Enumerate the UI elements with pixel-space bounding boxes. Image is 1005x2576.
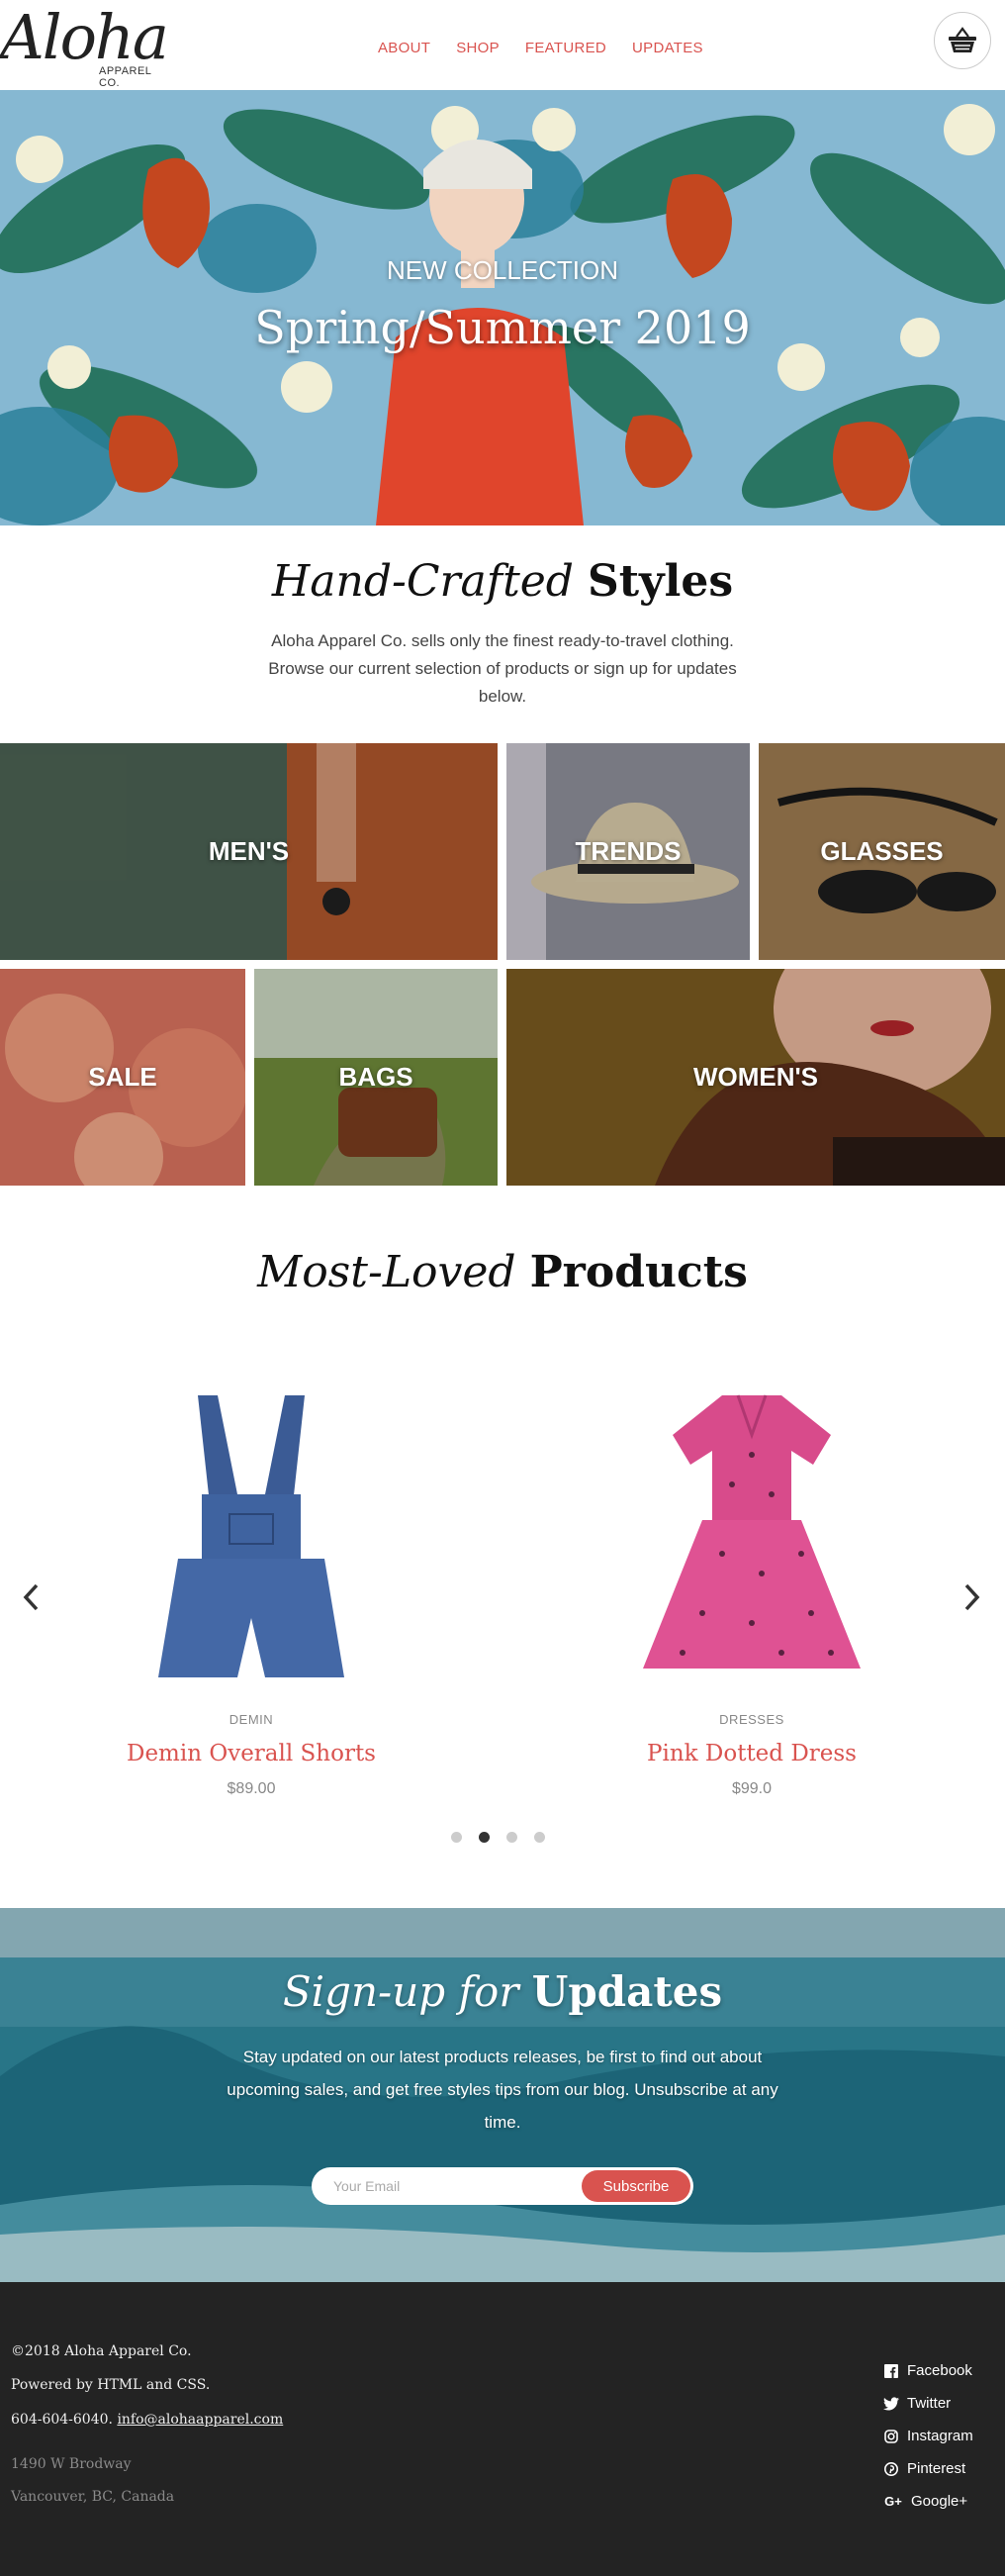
products-title-italic: Most-Loved bbox=[257, 1247, 516, 1297]
category-label: BAGS bbox=[338, 1062, 413, 1092]
product-price: $89.00 bbox=[227, 1780, 276, 1797]
nav-about[interactable]: ABOUT bbox=[378, 40, 430, 56]
carousel-dot[interactable] bbox=[479, 1832, 490, 1843]
signup-form: Subscribe bbox=[312, 2167, 693, 2205]
cart-button[interactable] bbox=[934, 12, 991, 69]
logo-subtitle: APPAREL CO. bbox=[99, 65, 152, 89]
nav-shop[interactable]: SHOP bbox=[456, 40, 500, 56]
instagram-icon bbox=[883, 2429, 899, 2444]
signup-title-bold: Updates bbox=[531, 1967, 723, 2016]
google-plus-icon: G+ bbox=[884, 2494, 902, 2509]
footer-phone: 604-604-6040. bbox=[11, 2412, 113, 2428]
logo[interactable]: Aloha APPAREL CO. bbox=[0, 1, 169, 90]
product-image[interactable] bbox=[103, 1376, 400, 1692]
products-title: Most-Loved Products bbox=[0, 1247, 1005, 1297]
nav-updates[interactable]: UPDATES bbox=[632, 40, 703, 56]
carousel-dot[interactable] bbox=[451, 1832, 462, 1843]
intro-title: Hand-Crafted Styles bbox=[0, 556, 1005, 607]
category-trends[interactable]: TRENDS bbox=[506, 743, 750, 960]
footer-address-line-2: Vancouver, BC, Canada bbox=[11, 2489, 175, 2505]
footer-email-link[interactable]: info@alohaapparel.com bbox=[117, 2412, 283, 2428]
social-links: Facebook Twitter Instagram Pinterest G+ … bbox=[883, 2354, 973, 2518]
category-glasses[interactable]: GLASSES bbox=[759, 743, 1005, 960]
social-pinterest-link[interactable]: Pinterest bbox=[883, 2452, 973, 2485]
carousel-next-button[interactable] bbox=[958, 1579, 987, 1615]
carousel-prev-button[interactable] bbox=[16, 1579, 46, 1615]
basket-icon bbox=[949, 27, 976, 52]
main-nav: ABOUT SHOP FEATURED UPDATES bbox=[378, 40, 703, 56]
overalls-image bbox=[158, 1395, 344, 1677]
carousel-pagination bbox=[451, 1832, 545, 1843]
chevron-right-icon bbox=[964, 1583, 980, 1611]
product-category: DRESSES bbox=[719, 1712, 784, 1727]
social-label: Facebook bbox=[907, 2362, 972, 2379]
social-label: Google+ bbox=[911, 2493, 968, 2510]
category-label: WOMEN'S bbox=[692, 1062, 819, 1092]
category-bags[interactable]: BAGS bbox=[254, 969, 498, 1186]
email-input[interactable] bbox=[312, 2167, 579, 2205]
social-facebook-link[interactable]: Facebook bbox=[883, 2354, 973, 2387]
social-twitter-link[interactable]: Twitter bbox=[883, 2387, 973, 2420]
hero-banner: NEW COLLECTION Spring/Summer 2019 bbox=[0, 90, 1005, 525]
signup-text: Stay updated on our latest products rele… bbox=[227, 2048, 778, 2132]
product-image[interactable] bbox=[603, 1376, 900, 1692]
products-title-bold: Products bbox=[529, 1247, 748, 1297]
site-footer: ©2018 Aloha Apparel Co. Powered by HTML … bbox=[0, 2282, 1005, 2576]
category-label: SALE bbox=[88, 1062, 157, 1092]
intro-title-bold: Styles bbox=[587, 556, 734, 607]
category-mens[interactable]: MEN'S bbox=[0, 743, 498, 960]
product-price: $99.0 bbox=[731, 1780, 773, 1797]
category-womens[interactable]: WOMEN'S bbox=[506, 969, 1005, 1186]
social-googleplus-link[interactable]: G+ Google+ bbox=[883, 2485, 973, 2518]
category-label: GLASSES bbox=[820, 836, 944, 866]
product-category: DEMIN bbox=[228, 1712, 274, 1727]
carousel-dot[interactable] bbox=[534, 1832, 545, 1843]
carousel-dot[interactable] bbox=[506, 1832, 517, 1843]
nav-featured[interactable]: FEATURED bbox=[525, 40, 606, 56]
signup-section: Sign-up for Updates Stay updated on our … bbox=[0, 1908, 1005, 2282]
logo-wordmark: Aloha bbox=[0, 1, 169, 73]
product-name[interactable]: Pink Dotted Dress bbox=[603, 1741, 900, 1766]
intro-text: Aloha Apparel Co. sells only the finest … bbox=[268, 631, 737, 706]
social-label: Instagram bbox=[907, 2428, 973, 2444]
social-label: Twitter bbox=[907, 2395, 952, 2412]
product-card[interactable]: DEMIN Demin Overall Shorts $89.00 bbox=[103, 1376, 400, 1798]
subscribe-button[interactable]: Subscribe bbox=[582, 2170, 690, 2202]
social-label: Pinterest bbox=[907, 2460, 966, 2477]
facebook-icon bbox=[883, 2363, 899, 2379]
intro-title-italic: Hand-Crafted bbox=[271, 556, 574, 607]
footer-address-line-1: 1490 W Brodway bbox=[11, 2456, 132, 2472]
social-instagram-link[interactable]: Instagram bbox=[883, 2420, 973, 2452]
hero-title: Spring/Summer 2019 bbox=[254, 301, 751, 354]
category-label: MEN'S bbox=[208, 836, 290, 866]
footer-contact: 604-604-6040. info@alohaapparel.com bbox=[11, 2412, 283, 2428]
site-header: Aloha APPAREL CO. ABOUT SHOP FEATURED UP… bbox=[0, 0, 1005, 90]
pinterest-icon bbox=[883, 2461, 899, 2477]
chevron-left-icon bbox=[23, 1583, 39, 1611]
product-name[interactable]: Demin Overall Shorts bbox=[103, 1741, 400, 1766]
footer-copyright: ©2018 Aloha Apparel Co. bbox=[11, 2343, 192, 2359]
twitter-icon bbox=[883, 2396, 899, 2412]
product-card[interactable]: DRESSES Pink Dotted Dress $99.0 bbox=[603, 1376, 900, 1798]
signup-title-italic: Sign-up for bbox=[282, 1967, 519, 2016]
category-label: TRENDS bbox=[575, 836, 682, 866]
footer-powered: Powered by HTML and CSS. bbox=[11, 2377, 211, 2393]
dress-image bbox=[643, 1394, 861, 1669]
hero-eyebrow: NEW COLLECTION bbox=[386, 255, 619, 285]
category-sale[interactable]: SALE bbox=[0, 969, 245, 1186]
signup-title: Sign-up for Updates bbox=[0, 1967, 1005, 2016]
